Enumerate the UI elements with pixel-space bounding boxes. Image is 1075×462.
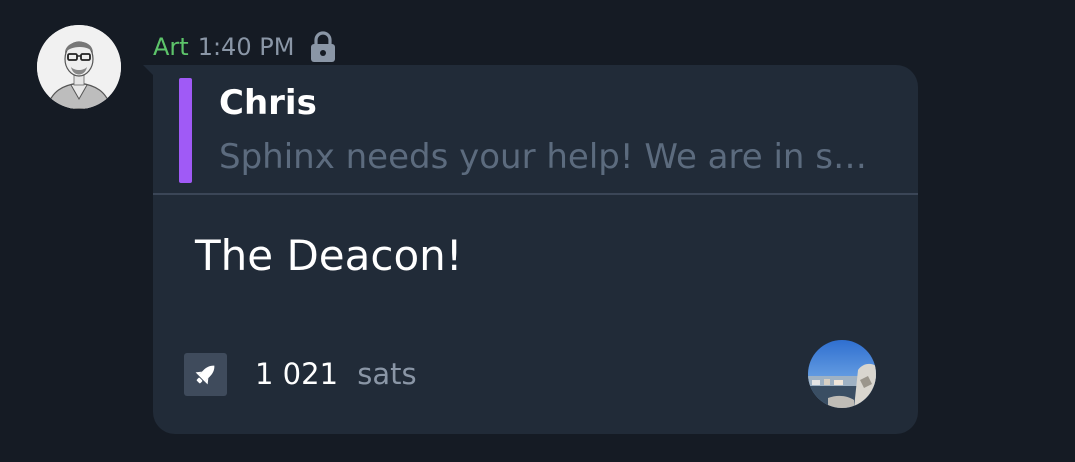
boost-amount-row: 1 021 sats <box>255 357 417 391</box>
booster-avatar-image <box>808 340 876 408</box>
sender-avatar-image <box>37 25 121 109</box>
reply-sender-name: Chris <box>219 83 317 123</box>
chat-screen: Art 1:40 PM Chris Sphinx needs your help… <box>0 0 1075 462</box>
sender-name[interactable]: Art <box>153 33 189 61</box>
reply-snippet: Sphinx needs your help! We are in s… <box>219 137 867 177</box>
boost-unit: sats <box>357 357 417 391</box>
booster-avatar[interactable] <box>808 340 876 408</box>
reply-accent-bar <box>179 78 192 183</box>
message-text: The Deacon! <box>195 231 463 280</box>
sender-avatar[interactable] <box>37 25 121 109</box>
boost-amount: 1 021 <box>255 357 339 391</box>
message-time: 1:40 PM <box>197 33 295 61</box>
bubble-tail <box>143 65 153 75</box>
boost-rocket-icon <box>184 353 227 396</box>
message-meta: Art 1:40 PM <box>153 30 338 64</box>
message-bubble[interactable]: Chris Sphinx needs your help! We are in … <box>153 65 918 434</box>
reply-divider <box>153 193 918 195</box>
reply-preview[interactable]: Chris Sphinx needs your help! We are in … <box>153 65 918 194</box>
lock-icon <box>308 31 338 63</box>
